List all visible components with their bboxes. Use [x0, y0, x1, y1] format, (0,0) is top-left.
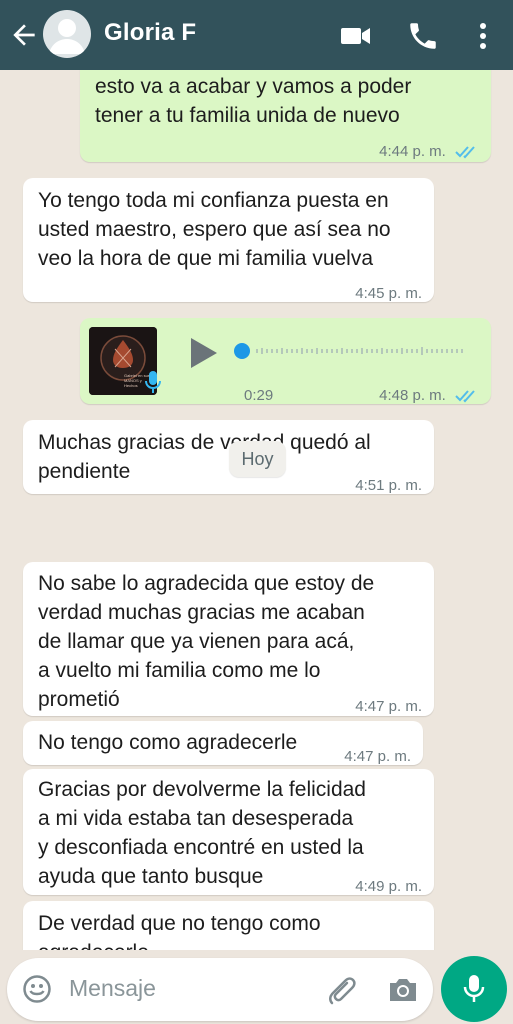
play-icon[interactable] — [186, 336, 220, 370]
contact-name[interactable]: Gloria F — [104, 19, 196, 47]
message-meta: 4:48 p. m. — [379, 381, 479, 410]
back-arrow-icon[interactable] — [8, 19, 40, 51]
phone-icon[interactable] — [406, 19, 440, 53]
message-time: 4:47 p. m. — [344, 748, 411, 765]
message-text: Muchas gracias de verdad quedó al pendie… — [38, 431, 371, 483]
message-text: No tengo como agradecerle — [38, 731, 298, 754]
mic-badge-icon — [145, 371, 161, 393]
message-time: 4:51 p. m. — [355, 477, 422, 494]
read-receipt-icon — [455, 390, 475, 403]
chat-area[interactable]: esto va a acabar y vamos a poder tener a… — [0, 70, 513, 950]
voice-message-bubble[interactable]: Gabriel en sus MANOS y Hechos 0:29 4:48 … — [80, 318, 491, 404]
day-divider: Hoy — [229, 441, 286, 477]
voice-duration: 0:29 — [244, 387, 274, 404]
message-time: 4:49 p. m. — [355, 878, 422, 895]
mic-icon — [463, 975, 485, 1002]
message-bubble-outgoing[interactable]: esto va a acabar y vamos a poder tener a… — [80, 70, 491, 162]
emoji-icon[interactable] — [22, 974, 52, 1004]
message-bubble-incoming[interactable]: No sabe lo agradecida que estoy de verda… — [23, 562, 434, 716]
message-time: 4:45 p. m. — [355, 285, 422, 302]
read-receipt-icon — [455, 146, 475, 159]
message-text: No sabe lo agradecida que estoy de verda… — [38, 572, 375, 711]
message-text: esto va a acabar y vamos a poder tener a… — [95, 75, 412, 127]
message-bubble-incoming[interactable]: No tengo como agradecerle 4:47 p. m. — [23, 721, 423, 765]
camera-icon[interactable] — [387, 974, 419, 1004]
chat-header: Gloria F — [0, 0, 513, 70]
message-text: Gracias por devolverme la felicidad a mi… — [38, 778, 366, 888]
attach-icon[interactable] — [323, 973, 357, 1007]
mic-button[interactable] — [441, 956, 507, 1022]
waveform[interactable] — [230, 343, 474, 359]
message-bubble-incoming[interactable]: Gracias por devolverme la felicidad a mi… — [23, 769, 434, 895]
message-time: 4:47 p. m. — [355, 698, 422, 715]
message-composer[interactable]: Mensaje — [7, 958, 433, 1021]
message-time: 4:44 p. m. — [379, 143, 446, 160]
avatar[interactable] — [43, 10, 91, 58]
message-text: Yo tengo toda mi confianza puesta en ust… — [38, 189, 391, 270]
more-options-icon[interactable] — [466, 19, 500, 53]
video-call-icon[interactable] — [338, 19, 372, 53]
message-bubble-incoming[interactable]: Yo tengo toda mi confianza puesta en ust… — [23, 178, 434, 302]
message-time: 4:48 p. m. — [379, 387, 446, 404]
message-input[interactable]: Mensaje — [69, 975, 156, 1002]
message-bubble-incoming[interactable]: De verdad que no tengo como agradecerle — [23, 901, 434, 950]
message-meta: 4:44 p. m. — [379, 137, 479, 166]
message-text: De verdad que no tengo como agradecerle — [38, 912, 321, 950]
